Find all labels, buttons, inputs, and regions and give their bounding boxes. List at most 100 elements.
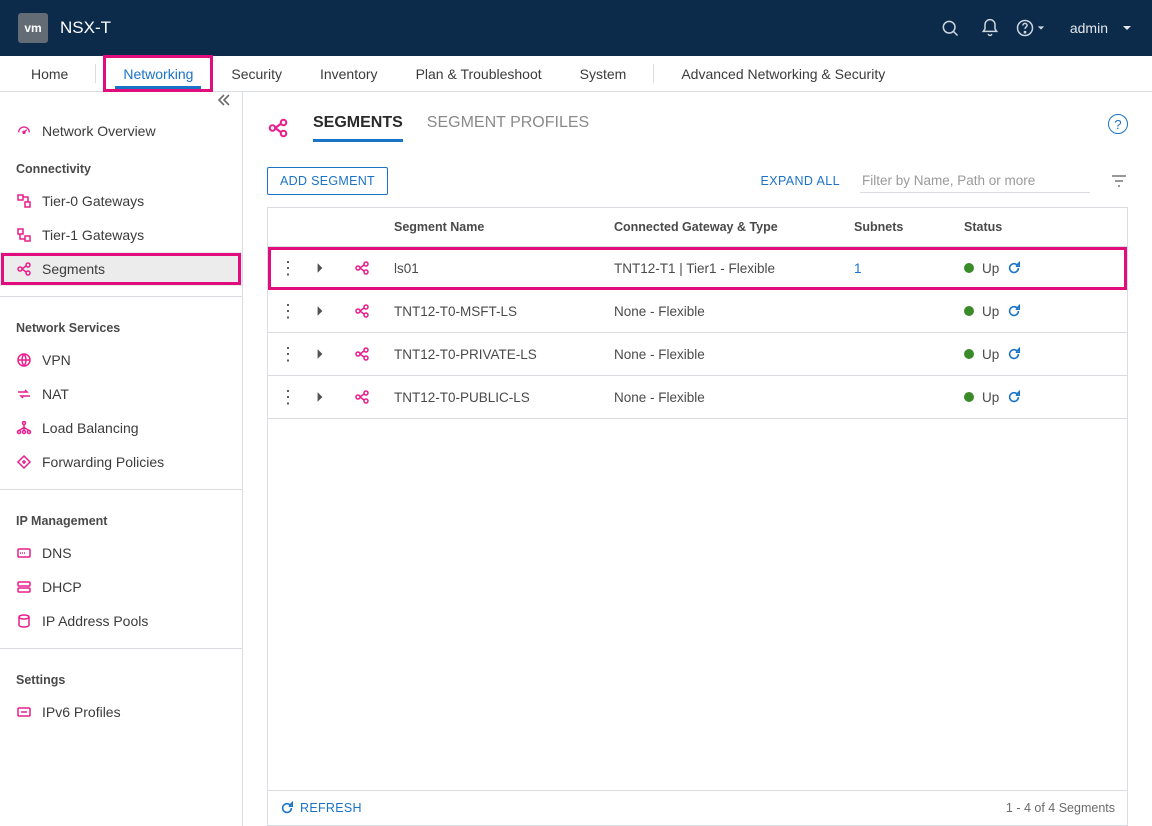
table-row: ⋮ TNT12-T0-PUBLIC-LSNone - Flexible Up bbox=[268, 376, 1127, 419]
status-label: Up bbox=[982, 261, 999, 276]
row-menu-icon[interactable]: ⋮ bbox=[268, 333, 308, 375]
segments-page-icon bbox=[267, 117, 289, 139]
app-header: vm NSX-T admin bbox=[0, 0, 1152, 56]
sidebar-item-vpn[interactable]: VPN bbox=[0, 343, 242, 377]
row-menu-icon[interactable]: ⋮ bbox=[268, 290, 308, 332]
sidebar-divider bbox=[0, 296, 242, 297]
col-gateway[interactable]: Connected Gateway & Type bbox=[608, 208, 848, 246]
gateway-type: None - Flexible bbox=[608, 335, 848, 374]
tab-system[interactable]: System bbox=[561, 56, 646, 91]
gateway-type: TNT12-T1 | Tier1 - Flexible bbox=[608, 249, 848, 288]
status-refresh-icon[interactable] bbox=[1007, 390, 1021, 404]
sidebar-divider bbox=[0, 648, 242, 649]
tab-networking[interactable]: Networking bbox=[104, 56, 212, 91]
tier1-icon bbox=[16, 227, 32, 243]
tab-label: Networking bbox=[123, 66, 193, 82]
sidebar-item-label: IPv6 Profiles bbox=[42, 704, 121, 720]
sidebar-item-ippools[interactable]: IP Address Pools bbox=[0, 604, 242, 638]
nav-separator bbox=[653, 64, 654, 83]
row-count: 1 - 4 of 4 Segments bbox=[1006, 801, 1115, 815]
tab-security[interactable]: Security bbox=[212, 56, 301, 91]
segment-icon bbox=[348, 377, 388, 417]
tab-home[interactable]: Home bbox=[12, 56, 87, 91]
segment-name: TNT12-T0-MSFT-LS bbox=[388, 292, 608, 331]
status-refresh-icon[interactable] bbox=[1007, 304, 1021, 318]
tab-advanced[interactable]: Advanced Networking & Security bbox=[662, 56, 904, 91]
table-row: ⋮TNT12-T0-PRIVATE-LSNone - FlexibleUp bbox=[268, 333, 1127, 376]
sidebar-item-dns[interactable]: DNS bbox=[0, 536, 242, 570]
sidebar-item-label: DHCP bbox=[42, 579, 82, 595]
expand-row-icon[interactable] bbox=[308, 293, 348, 329]
status-cell: Up bbox=[958, 292, 1127, 331]
refresh-button[interactable]: REFRESH bbox=[280, 801, 362, 815]
sidebar-item-overview[interactable]: Network Overview bbox=[0, 114, 242, 148]
status-dot-icon bbox=[964, 392, 974, 402]
subnet-count[interactable]: 1 bbox=[848, 249, 958, 288]
col-segment-name[interactable]: Segment Name bbox=[388, 208, 608, 246]
dhcp-icon bbox=[16, 579, 32, 595]
sidebar-item-tier0[interactable]: Tier-0 Gateways bbox=[0, 184, 242, 218]
sidebar-item-segments[interactable]: Segments bbox=[0, 252, 242, 286]
user-menu[interactable]: admin bbox=[1070, 20, 1132, 36]
sidebar-item-label: NAT bbox=[42, 386, 69, 402]
status-label: Up bbox=[982, 347, 999, 362]
sidebar-item-lb[interactable]: Load Balancing bbox=[0, 411, 242, 445]
row-menu-icon[interactable]: ⋮ bbox=[268, 376, 308, 418]
vpn-icon bbox=[16, 352, 32, 368]
col-status[interactable]: Status bbox=[958, 208, 1127, 246]
tab-inventory[interactable]: Inventory bbox=[301, 56, 397, 91]
status-refresh-icon[interactable] bbox=[1007, 347, 1021, 361]
segment-icon bbox=[348, 334, 388, 374]
subnet-count bbox=[848, 385, 958, 409]
status-dot-icon bbox=[964, 306, 974, 316]
status-cell: Up bbox=[958, 378, 1127, 417]
sidebar-item-label: Forwarding Policies bbox=[42, 454, 164, 470]
gateway-type: None - Flexible bbox=[608, 378, 848, 417]
add-segment-button[interactable]: ADD SEGMENT bbox=[267, 167, 388, 195]
segments-table: Segment Name Connected Gateway & Type Su… bbox=[267, 207, 1128, 790]
subtab-profiles[interactable]: SEGMENT PROFILES bbox=[427, 114, 589, 142]
expand-row-icon[interactable] bbox=[308, 379, 348, 415]
sidebar-head-services: Network Services bbox=[0, 307, 242, 343]
status-refresh-icon[interactable] bbox=[1007, 261, 1021, 275]
sidebar-item-nat[interactable]: NAT bbox=[0, 377, 242, 411]
subnet-count bbox=[848, 342, 958, 366]
segments-icon bbox=[16, 261, 32, 277]
page-help-icon[interactable]: ? bbox=[1108, 114, 1128, 134]
tab-label: Security bbox=[231, 66, 282, 82]
expand-all-button[interactable]: EXPAND ALL bbox=[760, 174, 840, 188]
dns-icon bbox=[16, 545, 32, 561]
segment-name: TNT12-T0-PUBLIC-LS bbox=[388, 378, 608, 417]
sidebar-item-dhcp[interactable]: DHCP bbox=[0, 570, 242, 604]
help-icon[interactable] bbox=[1010, 18, 1050, 38]
status-label: Up bbox=[982, 304, 999, 319]
ipv6-icon bbox=[16, 704, 32, 720]
tab-label: Inventory bbox=[320, 66, 378, 82]
main-nav: Home Networking Security Inventory Plan … bbox=[0, 56, 1152, 92]
sidebar-item-tier1[interactable]: Tier-1 Gateways bbox=[0, 218, 242, 252]
table-footer: REFRESH 1 - 4 of 4 Segments bbox=[267, 790, 1128, 826]
subtab-segments[interactable]: SEGMENTS bbox=[313, 114, 403, 142]
sidebar-divider bbox=[0, 489, 242, 490]
sidebar-item-forwarding[interactable]: Forwarding Policies bbox=[0, 445, 242, 479]
filter-icon[interactable] bbox=[1110, 172, 1128, 190]
expand-row-icon[interactable] bbox=[308, 250, 348, 286]
table-header: Segment Name Connected Gateway & Type Su… bbox=[268, 208, 1127, 247]
col-subnets[interactable]: Subnets bbox=[848, 208, 958, 246]
sidebar-item-label: Segments bbox=[42, 261, 105, 277]
tab-plan-troubleshoot[interactable]: Plan & Troubleshoot bbox=[397, 56, 561, 91]
sub-tabs: SEGMENTS SEGMENT PROFILES ? bbox=[243, 92, 1152, 151]
status-dot-icon bbox=[964, 263, 974, 273]
refresh-label: REFRESH bbox=[300, 801, 362, 815]
search-icon[interactable] bbox=[930, 18, 970, 38]
table-row: ⋮ TNT12-T0-MSFT-LSNone - Flexible Up bbox=[268, 290, 1127, 333]
filter-input[interactable] bbox=[860, 169, 1090, 193]
expand-row-icon[interactable] bbox=[308, 336, 348, 372]
bell-icon[interactable] bbox=[970, 18, 1010, 38]
gateway-type: None - Flexible bbox=[608, 292, 848, 331]
sidebar-head-connectivity: Connectivity bbox=[0, 148, 242, 184]
tab-label: Home bbox=[31, 66, 68, 82]
sidebar-collapse[interactable] bbox=[0, 92, 242, 114]
sidebar-item-ipv6[interactable]: IPv6 Profiles bbox=[0, 695, 242, 729]
row-menu-icon[interactable]: ⋮ bbox=[268, 247, 308, 289]
